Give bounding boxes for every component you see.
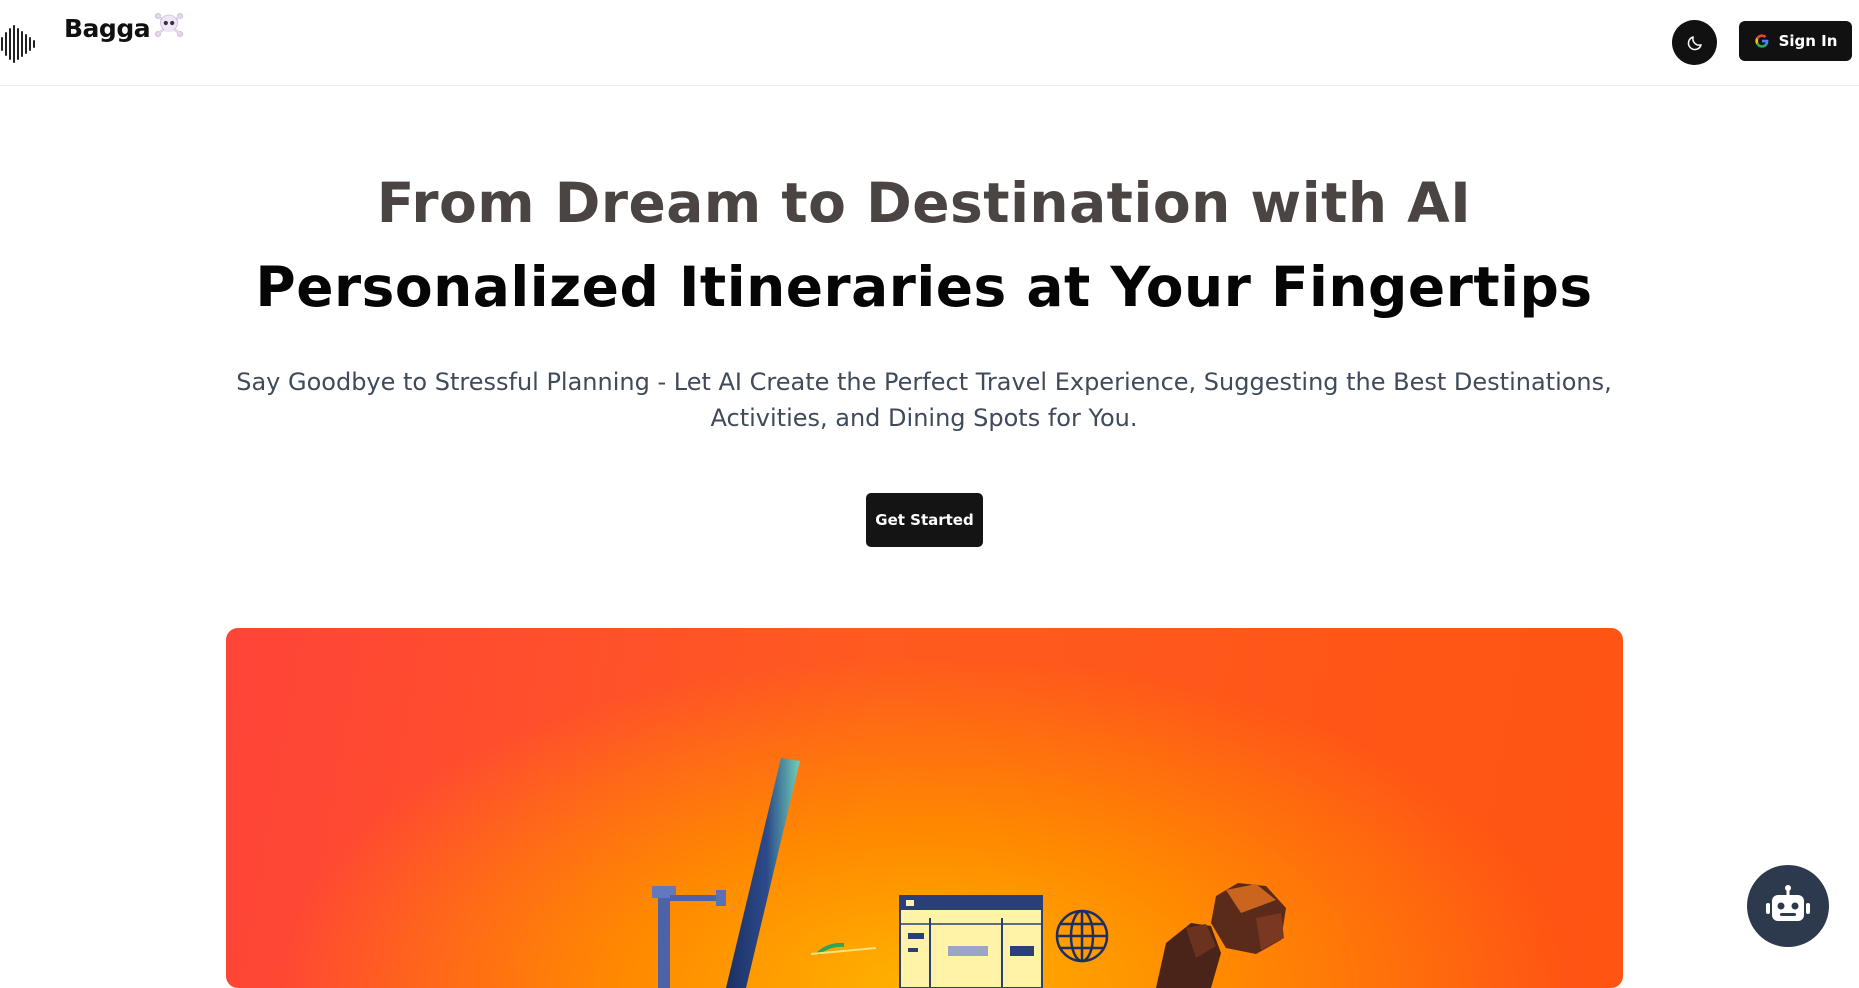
brand-logo[interactable]: Bagga — [64, 10, 184, 46]
sound-wave-logo-icon[interactable] — [0, 24, 38, 64]
hero-description-line2: Activities, and Dining Spots for You. — [710, 404, 1138, 432]
google-icon — [1754, 34, 1768, 48]
hero-title: From Dream to Destination with AI — [376, 171, 1472, 235]
skull-crossbones-icon — [154, 10, 184, 46]
site-header: Bagga Sign In — [0, 0, 1859, 86]
hero-description: Say Goodbye to Stressful Planning - Let … — [230, 364, 1618, 436]
hero-subtitle-heading: Personalized Itineraries at Your Fingert… — [255, 255, 1593, 319]
moon-icon — [1687, 35, 1702, 50]
hero-banner — [226, 628, 1623, 988]
theme-toggle-button[interactable] — [1672, 20, 1717, 65]
robot-icon — [1766, 885, 1810, 921]
sign-in-button[interactable]: Sign In — [1739, 21, 1852, 61]
hero-description-line1: Say Goodbye to Stressful Planning - Let … — [236, 368, 1612, 396]
get-started-button[interactable]: Get Started — [866, 493, 983, 547]
travel-illustration — [652, 758, 1286, 988]
sign-in-label: Sign In — [1778, 32, 1838, 50]
brand-name: Bagga — [64, 13, 151, 43]
chatbot-button[interactable] — [1747, 865, 1829, 947]
